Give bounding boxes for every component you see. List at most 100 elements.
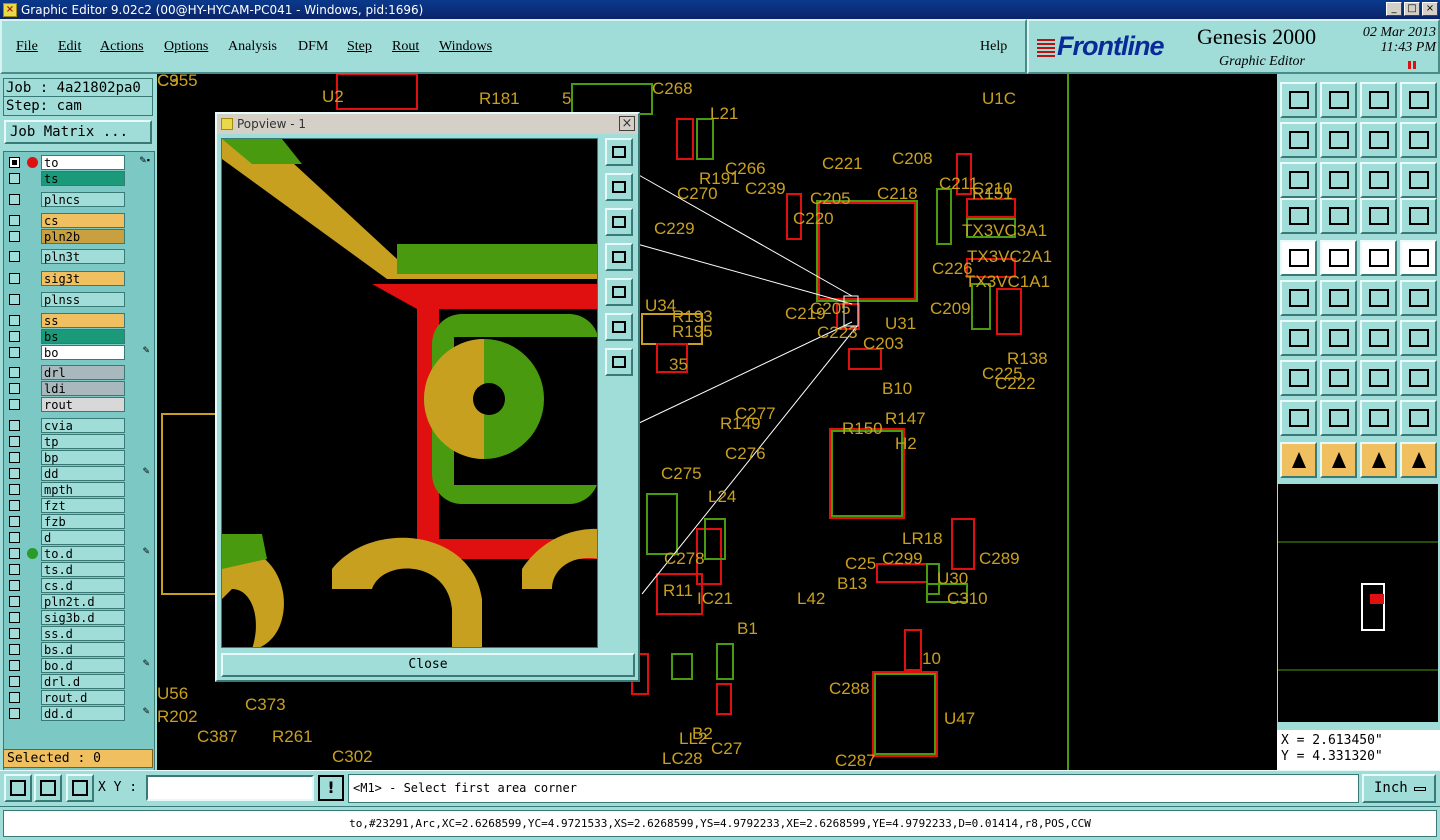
menu-options[interactable]: Options [164, 39, 208, 55]
tool-button-3-3-icon[interactable] [1400, 198, 1437, 234]
layer-checkbox[interactable] [9, 215, 20, 226]
layer-checkbox[interactable] [9, 628, 20, 639]
layer-checkbox[interactable] [9, 676, 20, 687]
layer-checkbox[interactable] [9, 436, 20, 447]
layer-row-drl[interactable]: drl [6, 365, 152, 380]
menu-help[interactable]: Help [980, 39, 1007, 55]
layer-row-sig3b.d[interactable]: sig3b.d [6, 610, 152, 625]
tool-button-8-1-icon[interactable] [1320, 400, 1357, 436]
menu-dfm[interactable]: DFM [298, 39, 328, 55]
popview-close-icon[interactable]: × [619, 116, 635, 131]
layer-checkbox[interactable] [9, 692, 20, 703]
layer-name[interactable]: sig3b.d [41, 610, 125, 625]
tool-button-6-2-icon[interactable] [1360, 320, 1397, 356]
layer-row-sig3t[interactable]: sig3t [6, 271, 152, 286]
layer-name[interactable]: mpth [41, 482, 125, 497]
tool-button-3-1-icon[interactable] [1320, 198, 1357, 234]
popview-zoom-in-icon[interactable] [605, 313, 633, 341]
tool-button-0-2-icon[interactable] [1360, 82, 1397, 118]
layer-checkbox[interactable] [9, 612, 20, 623]
menu-actions[interactable]: Actions [100, 39, 144, 55]
layer-checkbox[interactable] [9, 399, 20, 410]
layer-row-bo.d[interactable]: bo.d ✎ [6, 658, 152, 673]
layer-checkbox[interactable] [9, 468, 20, 479]
layer-row-tp[interactable]: tp [6, 434, 152, 449]
tool-button-5-0-icon[interactable] [1280, 280, 1317, 316]
popview-pan-left-icon[interactable] [605, 243, 633, 271]
layer-name[interactable]: dd.d [41, 706, 125, 721]
tool-button-5-3-icon[interactable] [1400, 280, 1437, 316]
tool-button-7-1-icon[interactable] [1320, 360, 1357, 396]
layer-checkbox[interactable] [9, 231, 20, 242]
layer-row-d[interactable]: d [6, 530, 152, 545]
popview-zoom-home-icon[interactable] [605, 138, 633, 166]
layer-name[interactable]: ss.d [41, 626, 125, 641]
layer-checkbox[interactable] [9, 548, 20, 559]
layer-checkbox[interactable] [9, 157, 20, 168]
layer-name[interactable]: ts [41, 171, 125, 186]
layer-name[interactable]: cvia [41, 418, 125, 433]
tool-button-6-1-icon[interactable] [1320, 320, 1357, 356]
layer-name[interactable]: cs.d [41, 578, 125, 593]
layer-row-pln2b[interactable]: pln2b [6, 229, 152, 244]
tool-button-4-0-icon[interactable] [1280, 240, 1317, 276]
menu-file[interactable]: File [16, 39, 38, 55]
layer-row-bo[interactable]: bo ✎ [6, 345, 152, 360]
tool-button-1-2-icon[interactable] [1360, 122, 1397, 158]
tool-button-2-0-icon[interactable] [1280, 162, 1317, 198]
layer-row-cvia[interactable]: cvia [6, 418, 152, 433]
tool-button-1-0-icon[interactable] [1280, 122, 1317, 158]
layer-checkbox[interactable] [9, 173, 20, 184]
layer-checkbox[interactable] [9, 596, 20, 607]
layer-checkbox[interactable] [9, 315, 20, 326]
tool-button-8-2-icon[interactable] [1360, 400, 1397, 436]
layer-row-mpth[interactable]: mpth [6, 482, 152, 497]
minimize-button[interactable]: _ [1386, 2, 1402, 16]
popview-pan-right-icon[interactable] [605, 278, 633, 306]
layer-name[interactable]: ldi [41, 381, 125, 396]
layer-checkbox[interactable] [9, 484, 20, 495]
layer-checkbox[interactable] [9, 251, 20, 262]
tool-button-5-1-icon[interactable] [1320, 280, 1357, 316]
layer-name[interactable]: fzb [41, 514, 125, 529]
layer-checkbox[interactable] [9, 367, 20, 378]
menu-rout[interactable]: Rout [392, 39, 419, 55]
layer-row-rout.d[interactable]: rout.d [6, 690, 152, 705]
layer-checkbox[interactable] [9, 580, 20, 591]
snap-icon[interactable] [4, 774, 32, 802]
xy-input[interactable] [146, 775, 314, 801]
layer-name[interactable]: dd [41, 466, 125, 481]
layer-row-ts[interactable]: ts [6, 171, 152, 186]
popview-close-button[interactable]: Close [221, 653, 635, 677]
layer-checkbox[interactable] [9, 500, 20, 511]
tool-button-4-1-icon[interactable] [1320, 240, 1357, 276]
layer-row-fzt[interactable]: fzt [6, 498, 152, 513]
layer-checkbox[interactable] [9, 532, 20, 543]
layer-row-cs[interactable]: cs [6, 213, 152, 228]
layer-name[interactable]: d [41, 530, 125, 545]
layer-checkbox[interactable] [9, 383, 20, 394]
layer-name[interactable]: ss [41, 313, 125, 328]
layer-name[interactable]: to [41, 155, 125, 170]
layer-checkbox[interactable] [9, 294, 20, 305]
layer-checkbox[interactable] [9, 420, 20, 431]
tool-button-9-2-icon[interactable] [1360, 442, 1397, 478]
layer-name[interactable]: pln2b [41, 229, 125, 244]
layer-checkbox[interactable] [9, 273, 20, 284]
tool-button-7-0-icon[interactable] [1280, 360, 1317, 396]
tool-button-8-3-icon[interactable] [1400, 400, 1437, 436]
layer-name[interactable]: plncs [41, 192, 125, 207]
tool-button-6-3-icon[interactable] [1400, 320, 1437, 356]
layer-name[interactable]: bs.d [41, 642, 125, 657]
tool-button-0-0-icon[interactable] [1280, 82, 1317, 118]
layer-row-bs.d[interactable]: bs.d [6, 642, 152, 657]
layer-row-pln2t.d[interactable]: pln2t.d [6, 594, 152, 609]
layer-row-ss[interactable]: ss [6, 313, 152, 328]
tool-button-9-3-icon[interactable] [1400, 442, 1437, 478]
pause-icon[interactable] [1408, 61, 1416, 69]
layer-row-bs[interactable]: bs [6, 329, 152, 344]
layer-row-ss.d[interactable]: ss.d [6, 626, 152, 641]
layer-row-rout[interactable]: rout [6, 397, 152, 412]
layer-row-to.d[interactable]: to.d ✎ [6, 546, 152, 561]
job-matrix-button[interactable]: Job Matrix ... [4, 120, 152, 144]
